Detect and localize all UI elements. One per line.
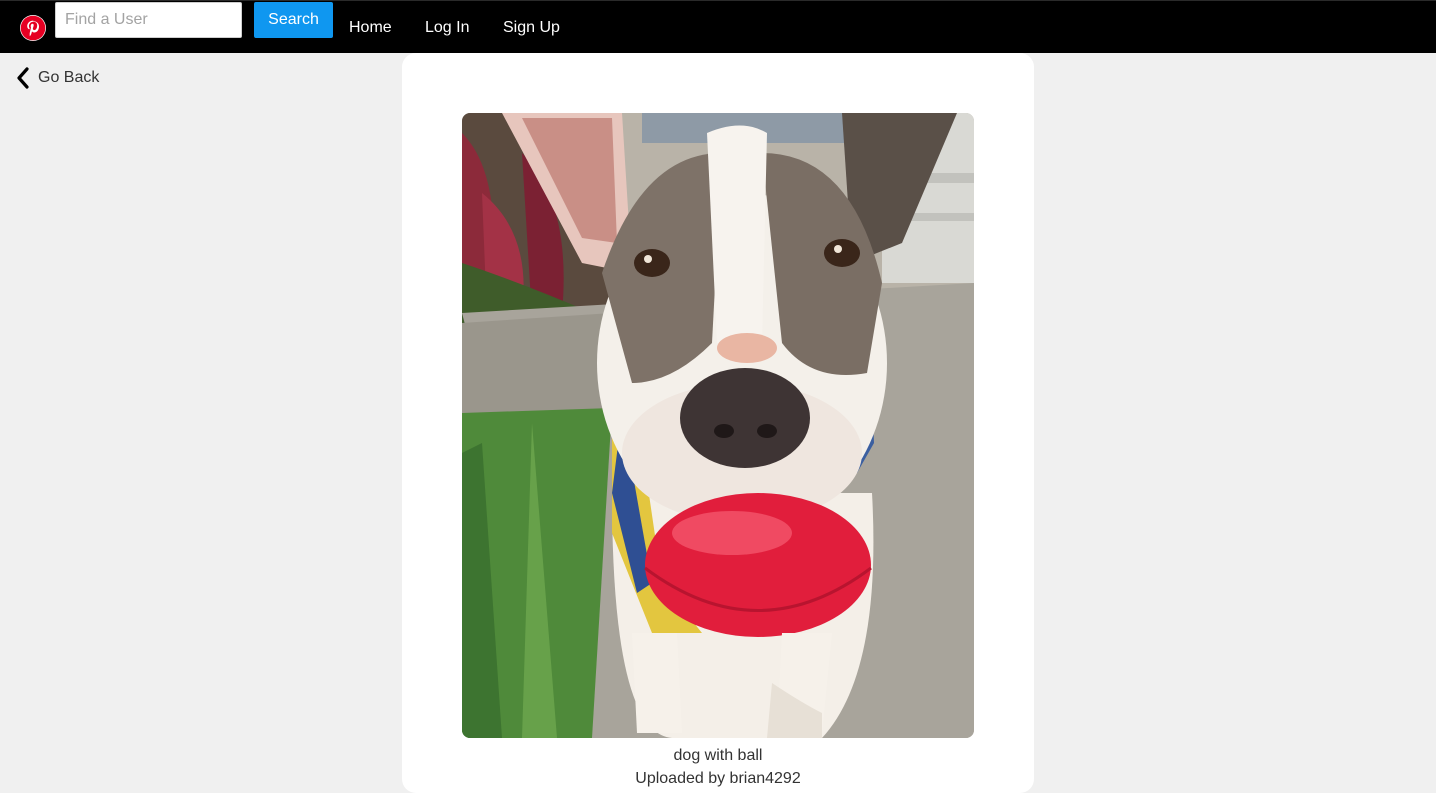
nav-link-home[interactable]: Home [349,18,392,38]
find-user-input[interactable] [55,2,242,38]
pinterest-logo-icon[interactable] [20,15,46,41]
search-button[interactable]: Search [254,2,333,38]
pin-caption: dog with ball [673,747,763,764]
go-back-link[interactable]: Go Back [14,66,99,90]
nav-link-login[interactable]: Log In [425,18,469,38]
pin-uploader[interactable]: Uploaded by brian4292 [402,769,1034,789]
chevron-left-icon [17,67,29,89]
pin-image[interactable] [462,113,974,738]
pinterest-logo-glyph [20,15,46,41]
dog-with-ball-photo [462,113,974,738]
nav-link-signup[interactable]: Sign Up [503,18,560,38]
pin-detail-card: dog with ball Uploaded by brian4292 [402,53,1034,793]
top-navbar: Search Home Log In Sign Up [0,0,1436,53]
go-back-label: Go Back [38,69,100,86]
